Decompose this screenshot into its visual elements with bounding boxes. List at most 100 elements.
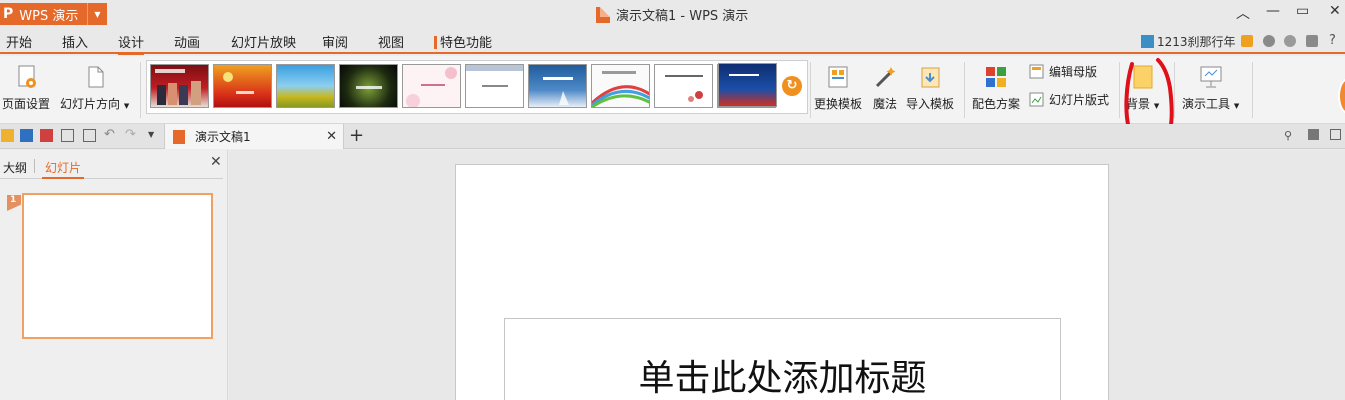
refresh-templates-icon[interactable]: ↻ — [782, 76, 802, 96]
document-tab[interactable]: 演示文稿1 ✕ — [164, 124, 344, 149]
save-icon[interactable] — [20, 129, 33, 142]
ribbon-separator — [140, 62, 141, 118]
dropdown-arrow-icon: ▼ — [1233, 102, 1240, 110]
help-icon[interactable]: ? — [1329, 33, 1336, 48]
page-setup-icon — [13, 64, 39, 90]
slides-panel: 大纲 幻灯片 ✕ 1 — [0, 150, 228, 400]
template-thumbnail-6[interactable] — [465, 64, 524, 108]
edit-master-icon — [1029, 64, 1044, 79]
tab-slides[interactable]: 幻灯片 — [45, 159, 81, 176]
menu-special-label: 特色功能 — [440, 36, 493, 51]
mail-icon[interactable] — [1241, 35, 1253, 47]
edit-master-label: 编辑母版 — [1049, 65, 1098, 79]
open-folder-icon[interactable] — [1, 129, 14, 142]
tab-outline[interactable]: 大纲 — [3, 159, 27, 176]
menu-special-features[interactable]: 特色功能 — [434, 32, 492, 51]
feedback-icon[interactable] — [1263, 35, 1275, 47]
slide-editing-area: 单击此处添加标题 — [229, 150, 1345, 400]
slide-orientation-icon — [82, 64, 108, 90]
slide-orientation-text: 幻灯片方向 — [60, 97, 121, 111]
template-thumbnail-11[interactable] — [718, 63, 777, 107]
template-thumbnail-5[interactable] — [402, 64, 461, 108]
print-preview-icon[interactable] — [83, 129, 96, 142]
title-placeholder[interactable]: 单击此处添加标题 — [504, 318, 1061, 400]
slide-layout-icon — [1029, 92, 1044, 107]
wps-logo-icon: P — [3, 6, 14, 22]
template-gallery[interactable]: ↻ — [146, 60, 808, 114]
template-thumbnail-4[interactable] — [339, 64, 398, 108]
current-slide[interactable]: 单击此处添加标题 — [455, 164, 1109, 400]
magic-wand-icon — [872, 64, 898, 90]
pin-icon[interactable]: ⚲ — [1284, 129, 1292, 142]
close-panel-icon[interactable]: ✕ — [210, 154, 222, 170]
customize-toolbar-icon[interactable]: ▼ — [148, 130, 154, 139]
tab-divider — [34, 159, 35, 173]
menu-insert[interactable]: 插入 — [62, 32, 88, 51]
slide-layout-button[interactable]: 幻灯片版式 — [1029, 91, 1109, 108]
account-name: 1213刹那行年 — [1157, 35, 1236, 49]
maximize-button[interactable]: ▭ — [1296, 3, 1309, 19]
template-thumbnail-7[interactable] — [528, 64, 587, 108]
title-bar: P WPS 演示 ▼ 演示文稿1 - WPS 演示 ︿ — ▭ ✕ — [0, 0, 1345, 28]
ribbon-separator — [1252, 62, 1253, 118]
app-menu-button[interactable]: P WPS 演示 ▼ — [0, 3, 107, 25]
close-button[interactable]: ✕ — [1329, 3, 1341, 19]
ribbon-separator — [964, 62, 965, 118]
slide-orientation-label: 幻灯片方向 ▼ — [60, 95, 129, 112]
presentation-file-icon — [173, 129, 185, 144]
export-pdf-icon[interactable] — [40, 129, 53, 142]
change-template-label: 更换模板 — [814, 97, 863, 111]
template-thumbnail-3[interactable] — [276, 64, 335, 108]
restore-doc-icon[interactable] — [1308, 129, 1319, 140]
template-thumbnail-2[interactable] — [213, 64, 272, 108]
change-template-button[interactable]: 更换模板 — [814, 64, 862, 112]
color-scheme-button[interactable]: 配色方案 — [972, 64, 1020, 112]
redo-icon[interactable]: ↷ — [125, 127, 136, 142]
presentation-tools-text: 演示工具 — [1182, 97, 1231, 111]
slide-number-badge: 1 — [7, 195, 21, 211]
import-template-button[interactable]: 导入模板 — [906, 64, 954, 112]
minimize-button[interactable]: — — [1266, 3, 1280, 19]
account-area[interactable]: 1213刹那行年 — [1141, 33, 1236, 50]
doc-options-icon[interactable] — [1330, 129, 1341, 140]
undo-icon[interactable]: ↶ — [104, 127, 115, 142]
shirt-icon[interactable] — [1306, 35, 1318, 47]
edit-master-button[interactable]: 编辑母版 — [1029, 63, 1097, 80]
title-placeholder-text: 单击此处添加标题 — [638, 358, 927, 399]
color-scheme-label: 配色方案 — [972, 97, 1021, 111]
close-tab-icon[interactable]: ✕ — [326, 129, 337, 144]
active-tab-indicator — [42, 177, 84, 179]
new-tab-button[interactable]: + — [349, 125, 364, 146]
slide-thumbnail[interactable] — [22, 193, 213, 339]
special-features-marker — [434, 36, 437, 49]
window-title: 演示文稿1 - WPS 演示 — [596, 5, 748, 24]
slide-orientation-button[interactable]: 幻灯片方向 ▼ — [60, 64, 129, 112]
ribbon-separator — [810, 62, 811, 118]
magic-button[interactable]: 魔法 — [872, 64, 898, 112]
quick-access-toolbar: ↶ ↷ ▼ 演示文稿1 ✕ + ⚲ — [0, 124, 1345, 149]
app-name: WPS 演示 — [19, 8, 79, 24]
page-setup-button[interactable]: 页面设置 — [2, 64, 50, 112]
slide-layout-label: 幻灯片版式 — [1049, 93, 1110, 107]
menu-slideshow[interactable]: 幻灯片放映 — [231, 32, 296, 51]
menu-design[interactable]: 设计 — [118, 32, 145, 55]
skin-icon[interactable] — [1284, 35, 1296, 47]
presentation-file-icon — [596, 6, 610, 23]
menu-start[interactable]: 开始 — [6, 32, 32, 51]
print-icon[interactable] — [61, 129, 74, 142]
presentation-tools-label: 演示工具 ▼ — [1182, 95, 1239, 112]
template-thumbnail-9[interactable] — [654, 64, 713, 108]
menu-review[interactable]: 审阅 — [322, 32, 348, 51]
chevron-down-icon[interactable]: ▼ — [87, 3, 107, 25]
presentation-tools-button[interactable]: 演示工具 ▼ — [1182, 64, 1239, 112]
menu-bar: 开始 插入 设计 动画 幻灯片放映 审阅 视图 特色功能 1213刹那行年 ? — [0, 28, 1345, 55]
template-thumbnail-8[interactable] — [591, 64, 650, 108]
user-avatar-icon — [1141, 35, 1154, 48]
dropdown-arrow-icon: ▼ — [123, 102, 130, 110]
panel-tab-line — [0, 178, 223, 179]
menu-view[interactable]: 视图 — [378, 32, 404, 51]
import-template-icon — [917, 64, 943, 90]
collapse-ribbon-icon[interactable]: ︿ — [1236, 3, 1250, 23]
template-thumbnail-1[interactable] — [150, 64, 209, 108]
menu-animation[interactable]: 动画 — [174, 32, 200, 51]
